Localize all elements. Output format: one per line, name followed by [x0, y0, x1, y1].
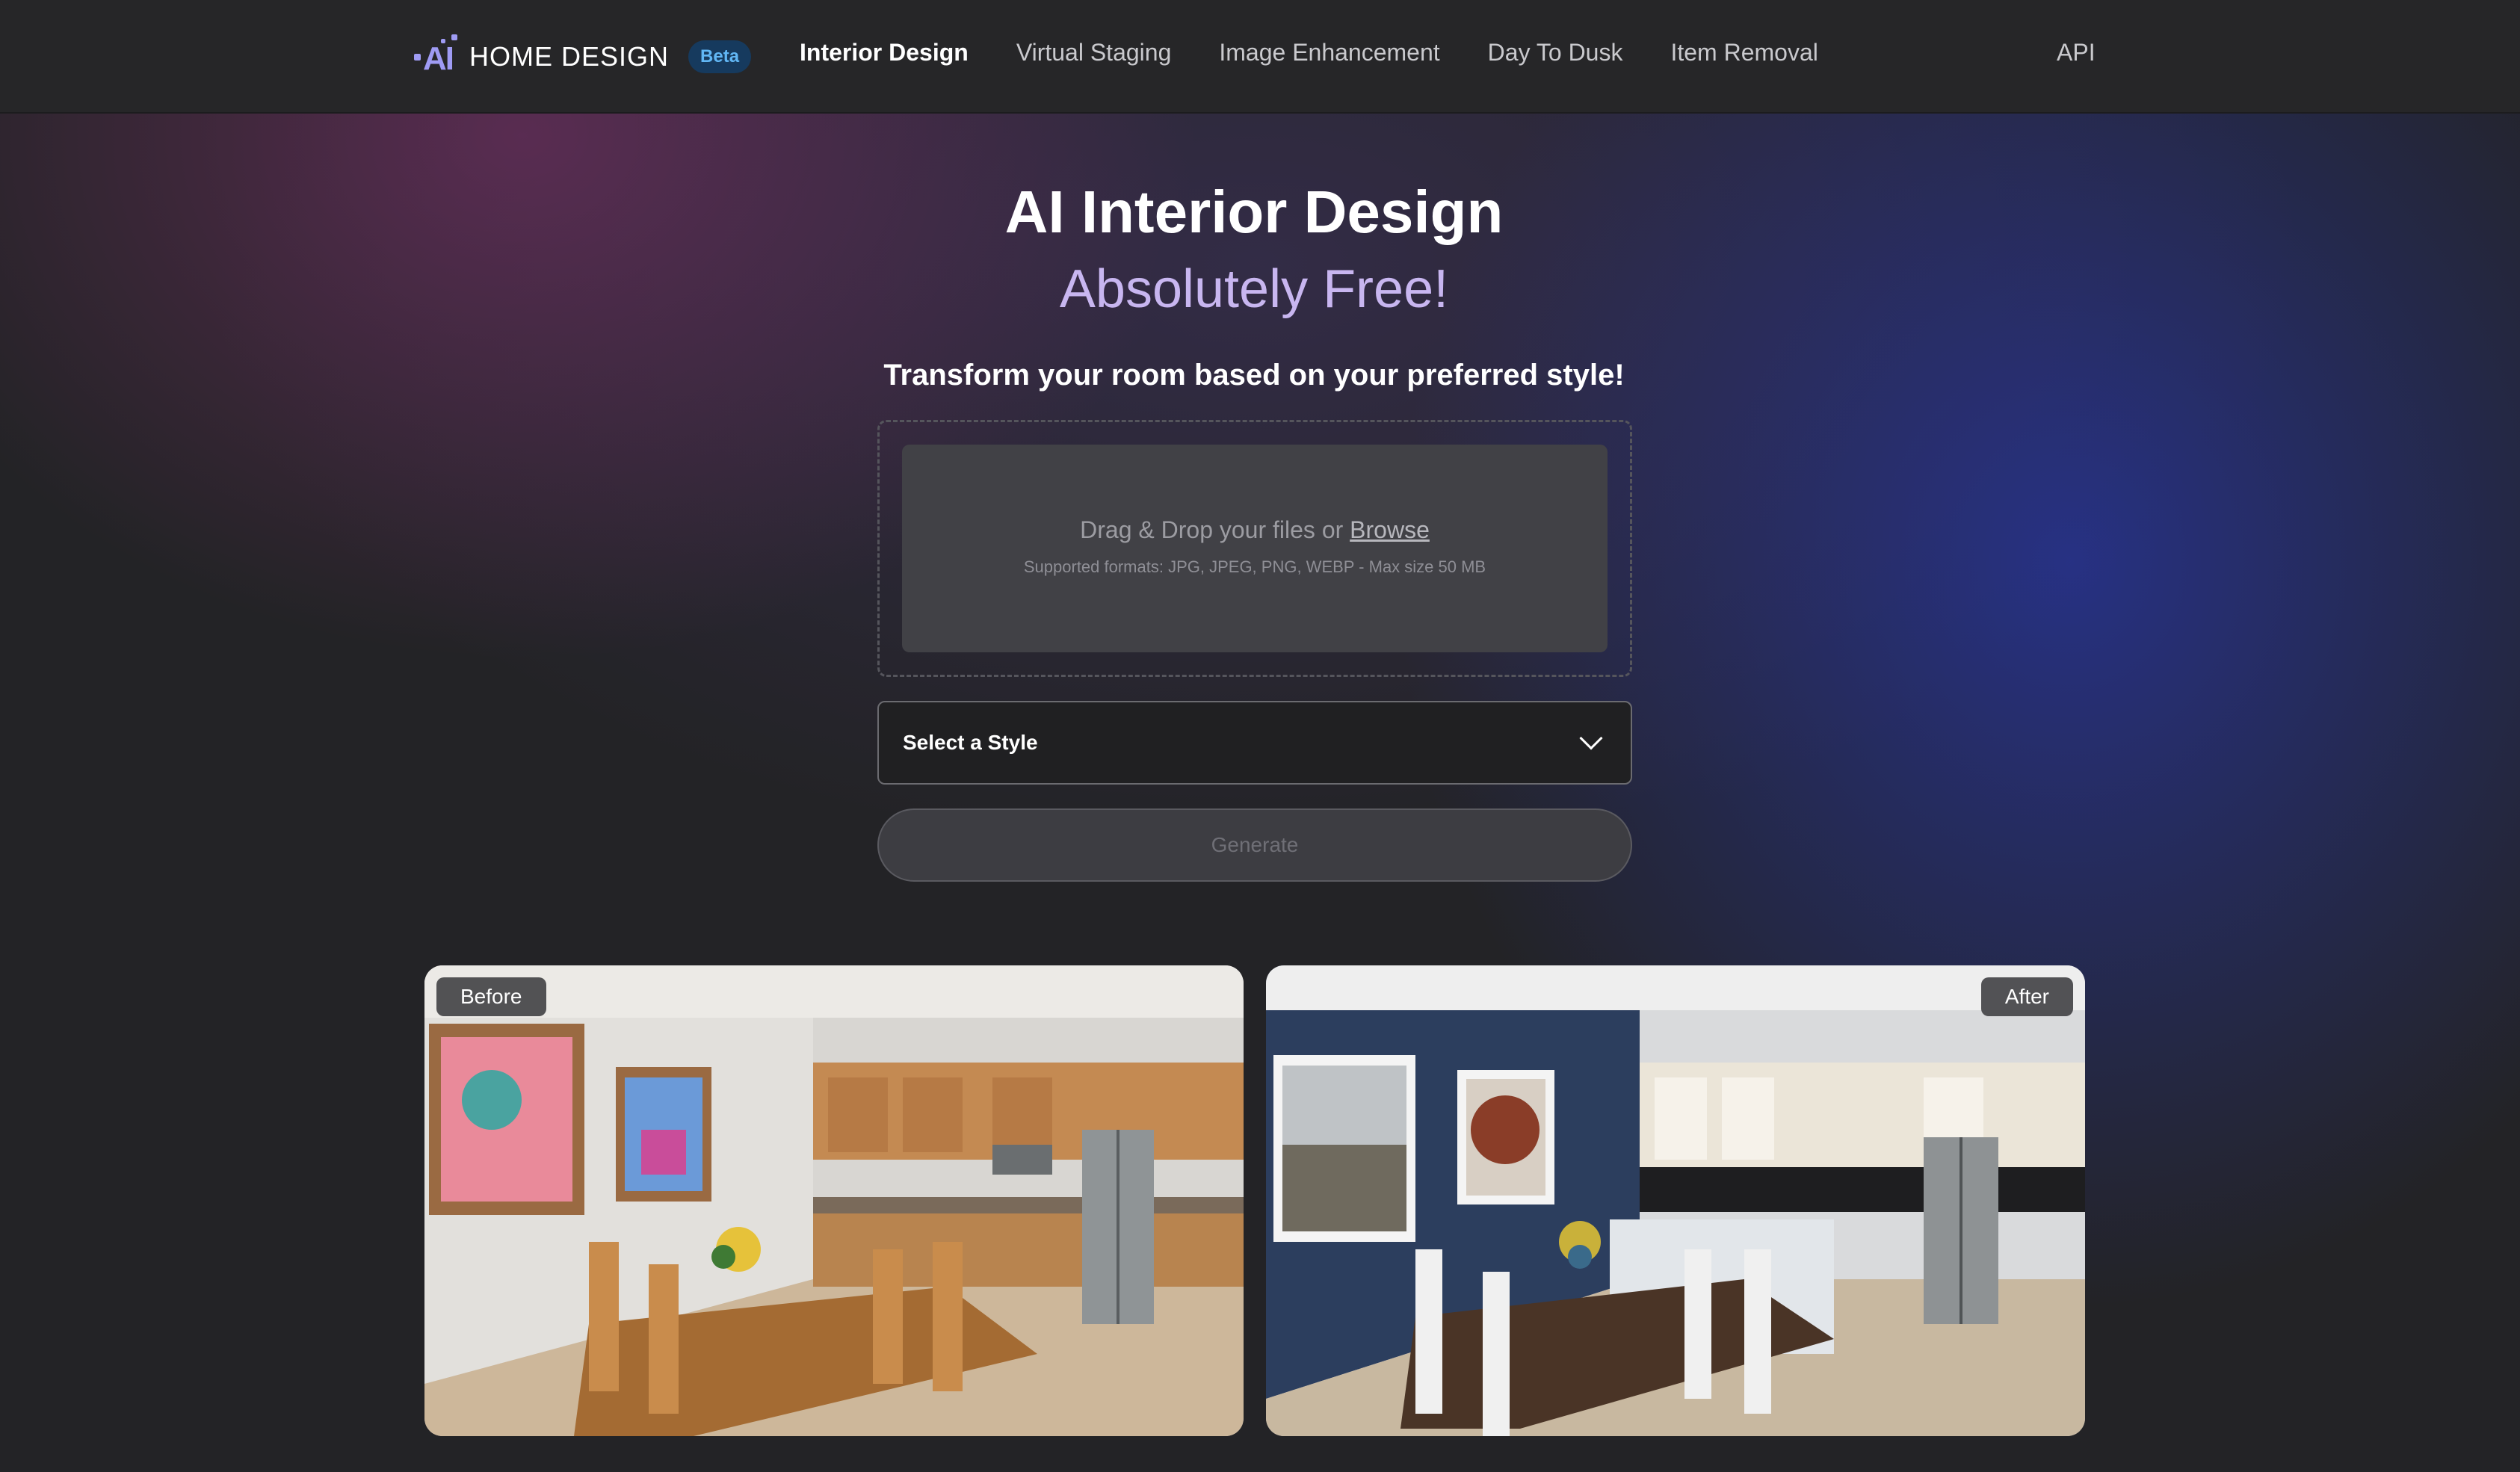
tagline: Transform your room based on your prefer…: [883, 359, 1625, 392]
nav-item-removal[interactable]: Item Removal: [1670, 39, 1818, 67]
brand-logo[interactable]: AI HOME DESIGN Beta: [414, 30, 752, 84]
style-select-dropdown[interactable]: Select a Style: [877, 701, 1632, 785]
nav-interior-design[interactable]: Interior Design: [800, 39, 969, 67]
nav-api[interactable]: API: [2057, 39, 2096, 67]
supported-formats-hint: Supported formats: JPG, JPEG, PNG, WEBP …: [1023, 557, 1486, 576]
before-tag: Before: [436, 977, 546, 1016]
page-subtitle: Absolutely Free!: [1059, 259, 1449, 319]
beta-badge: Beta: [688, 40, 752, 73]
after-tag: After: [1980, 977, 2073, 1016]
nav-virtual-staging[interactable]: Virtual Staging: [1016, 39, 1172, 67]
ai-sparkle-icon: AI: [414, 34, 460, 79]
generate-button[interactable]: Generate: [877, 808, 1632, 882]
style-select-label: Select a Style: [903, 731, 1038, 754]
after-room-photo: [1266, 965, 2085, 1436]
nav-image-enhancement[interactable]: Image Enhancement: [1219, 39, 1439, 67]
before-room-photo: [424, 965, 1244, 1436]
after-image: After: [1266, 965, 2085, 1436]
page-title: AI Interior Design: [1004, 179, 1504, 245]
drop-text: Drag & Drop your files or: [1080, 516, 1344, 543]
upload-dropzone[interactable]: Drag & Drop your files or Browse Support…: [877, 420, 1632, 677]
top-navbar: AI HOME DESIGN Beta Interior Design Virt…: [0, 0, 2520, 114]
main-nav: Interior Design Virtual Staging Image En…: [800, 39, 1818, 67]
chevron-down-icon: [1579, 726, 1603, 750]
drop-instructions: Drag & Drop your files or Browse: [902, 516, 1608, 544]
nav-day-to-dusk[interactable]: Day To Dusk: [1488, 39, 1623, 67]
before-image: Before: [424, 965, 1244, 1436]
upload-drop-area[interactable]: Drag & Drop your files or Browse Support…: [902, 445, 1608, 652]
browse-link[interactable]: Browse: [1350, 516, 1430, 543]
logo-text: HOME DESIGN: [469, 41, 670, 72]
